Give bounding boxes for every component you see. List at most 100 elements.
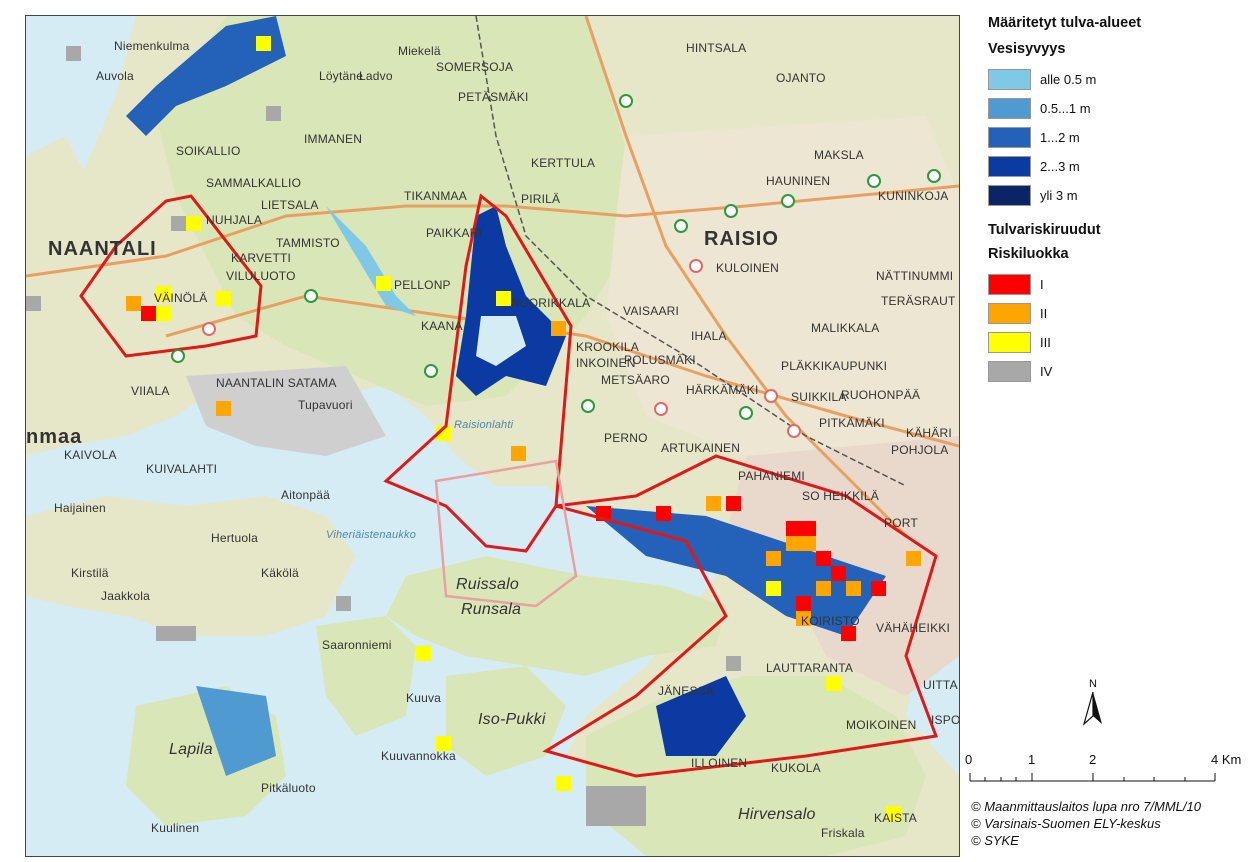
place-label-hirvensalo: Hirvensalo [738, 806, 816, 823]
place-label-port: PORT [884, 516, 918, 530]
place-label-sammalkallio: SAMMALKALLIO [206, 176, 302, 190]
place-label-kirstila: Kirstilä [71, 566, 109, 580]
place-label-plakkikaupunki: PLÄKKIKAUPUNKI [781, 359, 888, 373]
place-label-terasrauta: TERÄSRAUT [881, 294, 956, 308]
station-marker [674, 219, 688, 233]
depth-label: 1...2 m [1040, 130, 1080, 145]
risk-label: I [1040, 277, 1044, 292]
risk-square [766, 581, 781, 596]
risk-swatch [988, 274, 1031, 295]
place-label-nuorikkala: NUORIKKALA [511, 296, 591, 310]
station-marker [867, 174, 881, 188]
place-label-ruohonpaa: RUOHONPÄÄ [841, 388, 921, 402]
risk-row: IV [988, 357, 1248, 386]
place-label-kuivalahti: KUIVALAHTI [146, 462, 218, 476]
place-label-harkamaki: HÄRKÄMÄKI [686, 383, 759, 397]
place-label-kuninkoja: KUNINKOJA [878, 189, 949, 203]
place-label-ladvo: Ladvo [359, 69, 393, 83]
risk-square [171, 216, 186, 231]
depth-swatch [988, 185, 1031, 206]
place-label-lauttaranta: LAUTTARANTA [766, 661, 854, 675]
risk-square [186, 216, 201, 231]
place-label-soikallio: SOIKALLIO [176, 144, 241, 158]
credit-line: © Maanmittauslaitos lupa nro 7/MML/10 [971, 799, 1201, 814]
place-label-ihala: IHALA [691, 329, 727, 343]
depth-legend: alle 0.5 m 0.5...1 m 1...2 m 2...3 m yli 3 m [988, 65, 1248, 210]
place-label-kaivola: KAIVOLA [64, 448, 117, 462]
depth-label: 0.5...1 m [1040, 101, 1091, 116]
place-label-kerttula: KERTTULA [531, 156, 596, 170]
legend: Määritetyt tulva-alueet Vesisyvyys alle … [988, 15, 1248, 386]
station-marker-alt [689, 259, 703, 273]
risk-square [831, 566, 846, 581]
risk-label: II [1040, 306, 1048, 321]
station-marker-alt [202, 322, 216, 336]
risk-square [586, 786, 646, 826]
place-label-uittamo: UITTA [923, 678, 958, 692]
place-label-hertuola: Hertuola [211, 531, 258, 545]
place-label-naantalin-satama: NAANTALIN SATAMA [216, 376, 337, 390]
station-marker-alt [764, 389, 778, 403]
depth-label: alle 0.5 m [1040, 72, 1097, 87]
risk-square [656, 506, 671, 521]
risk-square [871, 581, 886, 596]
place-label-viluluoto: VILULUOTO [226, 269, 296, 283]
place-label-kuuva: Kuuva [406, 691, 442, 705]
place-label-tupavuori: Tupavuori [298, 398, 353, 412]
saaronniemi-island [316, 616, 416, 736]
place-label-malikkala: MALIKKALA [811, 321, 880, 335]
station-marker [927, 169, 941, 183]
place-label-vahaheikkila: VÄHÄHEIKKI [876, 621, 951, 635]
depth-row: 2...3 m [988, 152, 1248, 181]
place-label-ojanto: OJANTO [776, 71, 826, 85]
north-arrow-icon [1082, 691, 1102, 726]
place-label-suikkila: SUIKKILA [791, 390, 847, 404]
depth-swatch [988, 69, 1031, 90]
place-label-kuuvannokka: Kuuvannokka [381, 749, 456, 763]
place-label-kuloinen: KULOINEN [716, 261, 779, 275]
place-label-nuhjala: NUHJALA [206, 213, 263, 227]
risk-row: II [988, 299, 1248, 328]
depth-swatch [988, 98, 1031, 119]
risk-square [786, 521, 801, 536]
flood-map[interactable]: NAANTALI RAISIO Ruissalo Runsala Hirvensalo I… [25, 15, 960, 857]
place-label-haijainen: Haijainen [54, 501, 106, 515]
place-label-tikanmaa: TIKANMAA [404, 189, 467, 203]
place-label-karvetti: KARVETTI [231, 251, 292, 265]
place-label-niemenkulma: Niemenkulma [114, 39, 190, 53]
place-label-perno: PERNO [604, 431, 648, 445]
place-label-kakola: Käkölä [261, 566, 299, 580]
place-label-nattinummi: NÄTTINUMMI [876, 269, 954, 283]
place-label-kaanaa: KAANA [421, 319, 463, 333]
risk-square [66, 46, 81, 61]
scale-bar-graphic [969, 773, 1216, 782]
credit-line: © Varsinais-Suomen ELY-keskus [971, 816, 1161, 831]
place-label-hintsala: HINTSALA [686, 41, 747, 55]
place-label-saaronniemi: Saaronniemi [322, 638, 392, 652]
risk-square [216, 291, 231, 306]
depth-label: yli 3 m [1040, 188, 1078, 203]
depth-swatch [988, 156, 1031, 177]
place-label-pitkamaki: PITKÄMÄKI [819, 416, 885, 430]
place-label-polusmaki: POLUSMÄKI [624, 353, 696, 367]
depth-row: yli 3 m [988, 181, 1248, 210]
risk-square [496, 291, 511, 306]
risk-square [796, 596, 811, 611]
place-label-lapila: Lapila [169, 741, 213, 758]
map-canvas [26, 16, 959, 856]
place-label-lietsala: LIETSALA [261, 198, 319, 212]
risk-square [726, 496, 741, 511]
risk-row: III [988, 328, 1248, 357]
risk-square [551, 321, 566, 336]
depth-row: alle 0.5 m [988, 65, 1248, 94]
risk-square [906, 551, 921, 566]
risk-square [826, 676, 841, 691]
risk-square [556, 776, 571, 791]
place-label-hauninen: HAUNINEN [766, 174, 831, 188]
risk-square [841, 626, 856, 641]
place-label-ispoinen: ISPO [931, 713, 960, 727]
risk-square [216, 401, 231, 416]
place-label-petasmaki: PETÄSMÄKI [458, 90, 529, 104]
risk-square [816, 581, 831, 596]
station-marker [581, 399, 595, 413]
